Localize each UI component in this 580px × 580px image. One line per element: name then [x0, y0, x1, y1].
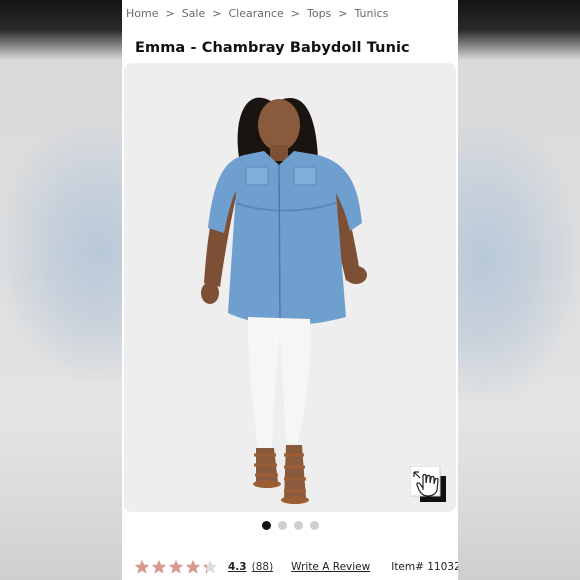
carousel-dot[interactable]	[309, 521, 319, 530]
breadcrumb: Home > Sale > Clearance > Tops > Tunics	[126, 6, 388, 20]
breadcrumb-tops[interactable]: Tops	[307, 7, 331, 20]
breadcrumb-sale[interactable]: Sale	[182, 7, 206, 20]
backdrop-blur-left	[0, 120, 122, 380]
breadcrumb-separator: >	[212, 6, 222, 20]
rating-row: 4.3 (88) Write A Review Item# 11032163	[134, 557, 458, 577]
star-icon	[134, 559, 150, 574]
zoom-hand-icon[interactable]	[410, 466, 446, 502]
item-number: Item# 11032163	[391, 561, 458, 573]
product-title: Emma - Chambray Babydoll Tunic	[135, 39, 410, 56]
breadcrumb-separator: >	[165, 6, 175, 20]
carousel-dot[interactable]	[277, 521, 287, 530]
breadcrumb-tunics[interactable]: Tunics	[355, 7, 389, 20]
review-count-link[interactable]: (88)	[252, 561, 274, 573]
star-icon	[202, 559, 218, 574]
star-icon	[185, 559, 201, 574]
breadcrumb-home[interactable]: Home	[126, 7, 158, 20]
carousel-dots	[122, 521, 458, 530]
star-icon	[151, 559, 167, 574]
product-image[interactable]	[124, 63, 456, 512]
breadcrumb-separator: >	[290, 6, 300, 20]
star-icon	[168, 559, 184, 574]
backdrop-blur-right	[458, 120, 580, 400]
breadcrumb-separator: >	[338, 6, 348, 20]
carousel-dot[interactable]	[261, 521, 271, 530]
rating-value[interactable]: 4.3	[228, 561, 247, 573]
carousel-dot[interactable]	[293, 521, 303, 530]
breadcrumb-clearance[interactable]: Clearance	[228, 7, 283, 20]
model-illustration	[124, 63, 456, 512]
write-review-link[interactable]: Write A Review	[291, 561, 370, 573]
product-page: Home > Sale > Clearance > Tops > Tunics …	[122, 0, 458, 580]
star-rating[interactable]	[134, 559, 218, 575]
